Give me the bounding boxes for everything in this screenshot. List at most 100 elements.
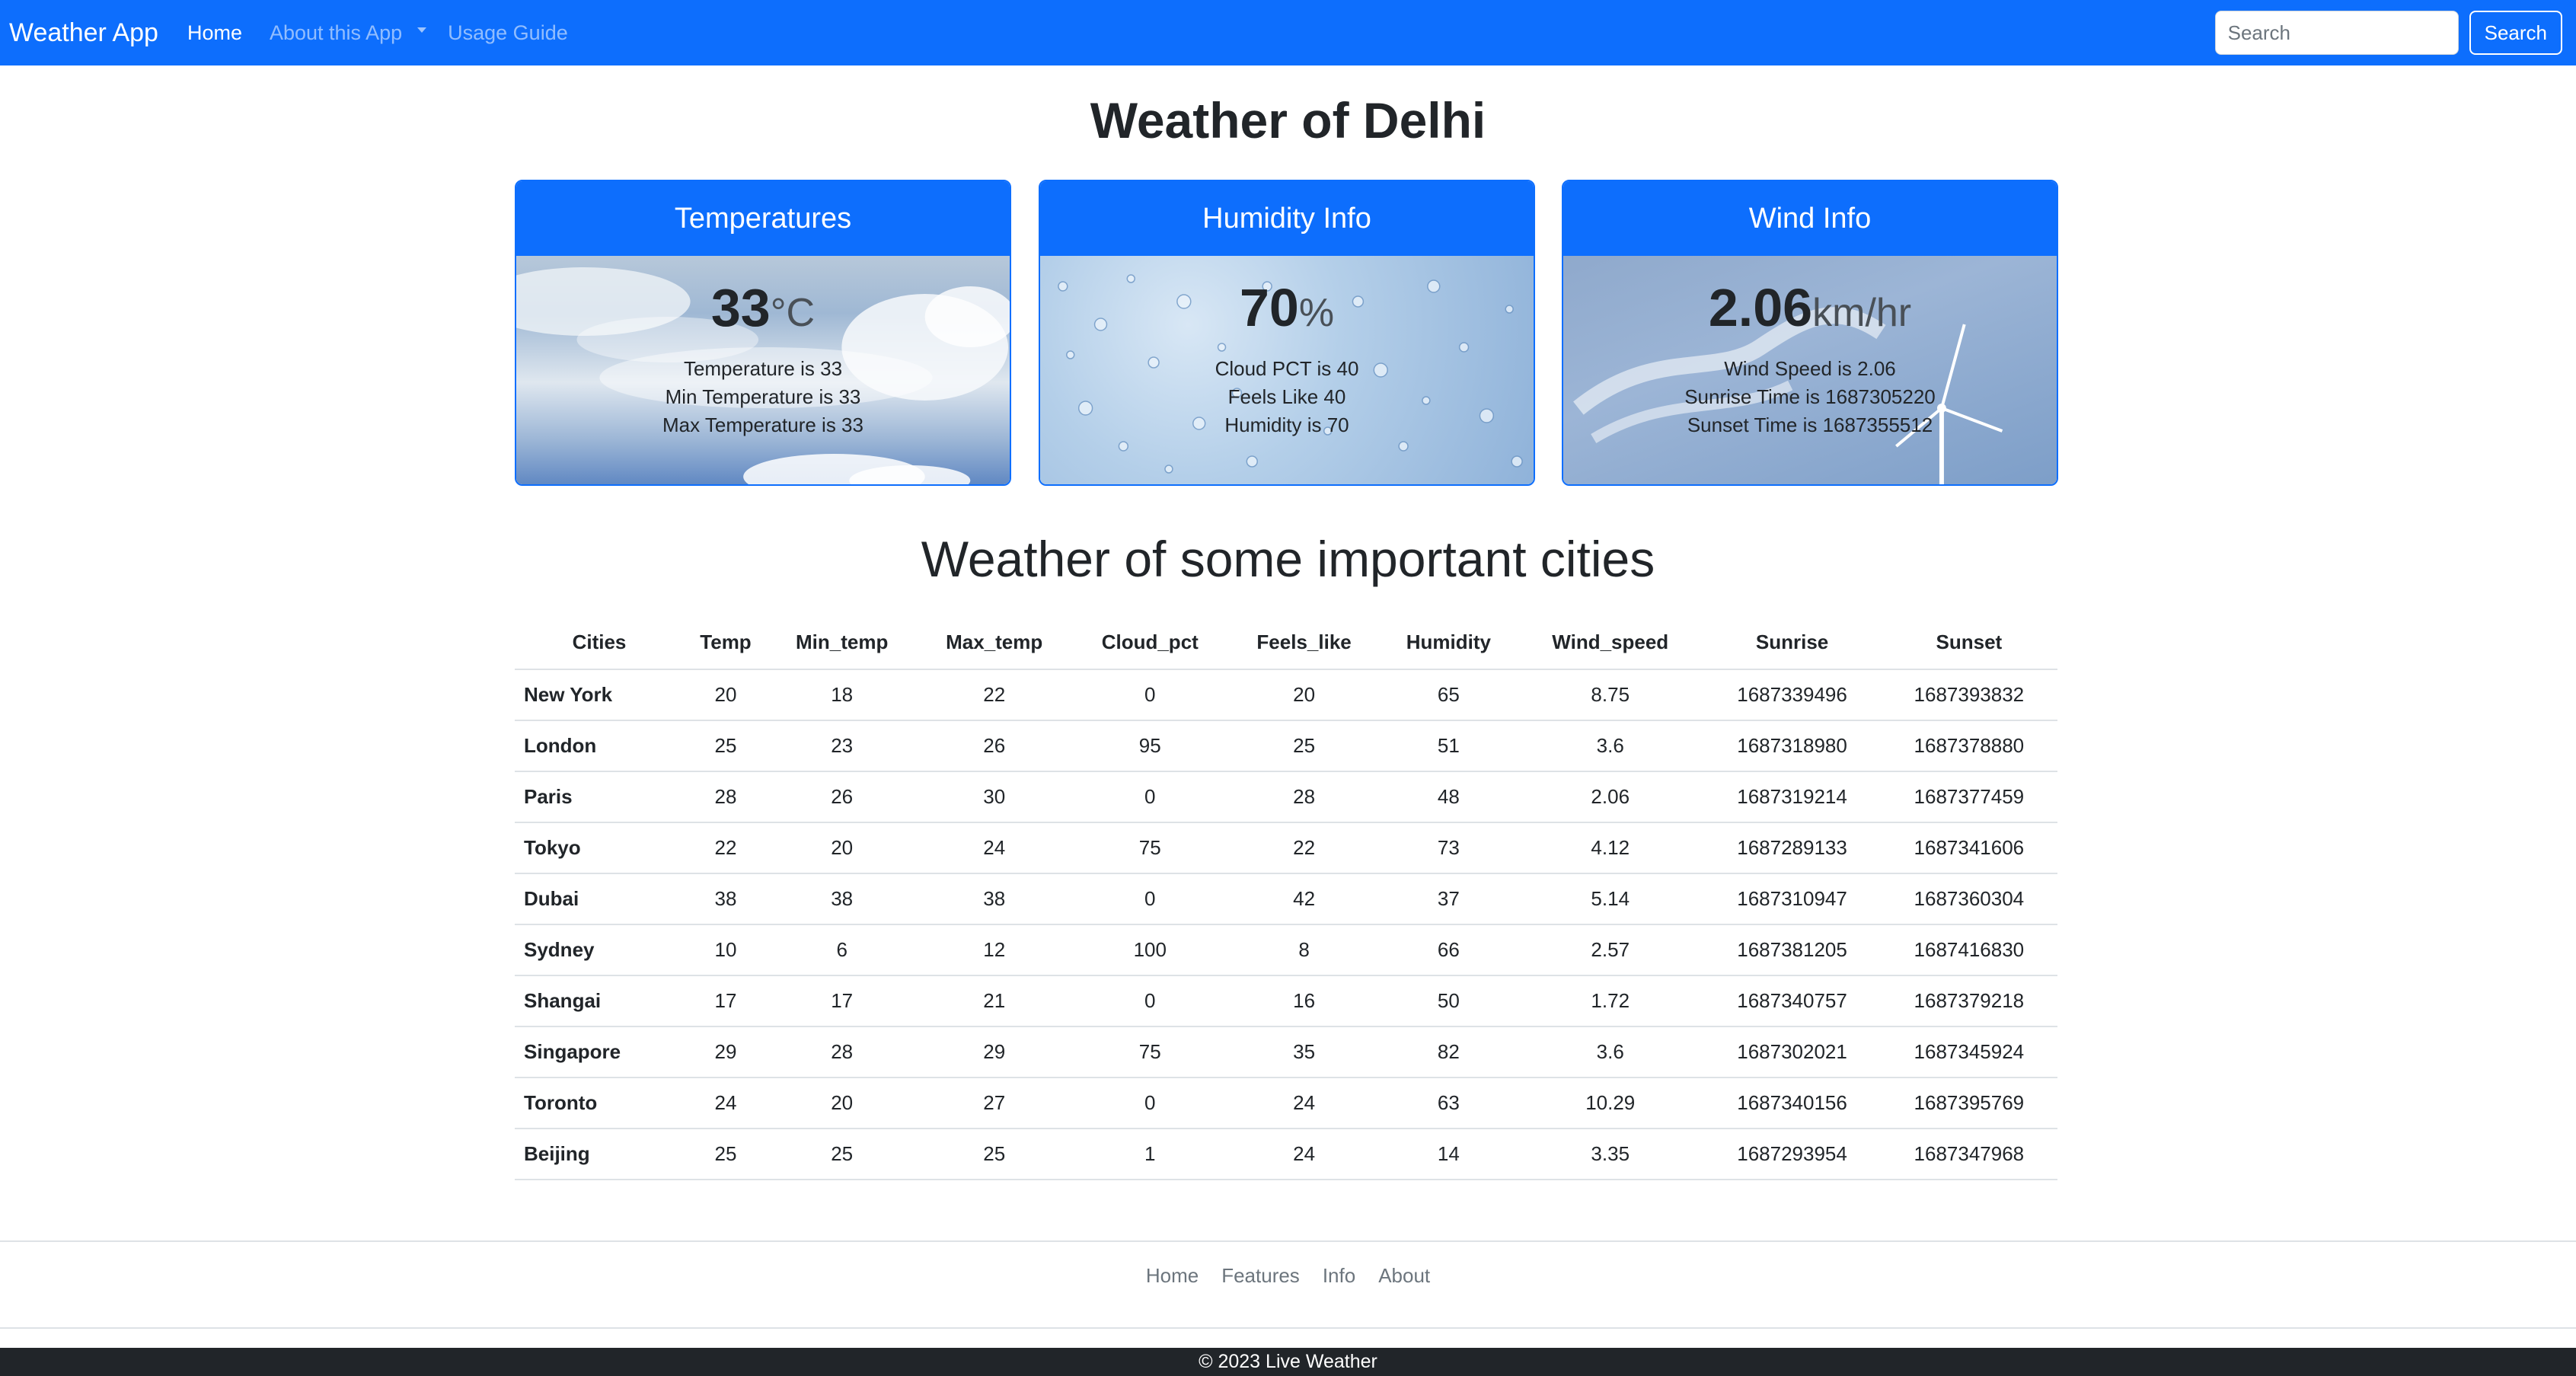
temperature-value: 33°C (710, 278, 816, 337)
footer-info-link[interactable]: Info (1323, 1264, 1355, 1288)
table-cell: 51 (1380, 720, 1518, 772)
footer-separator (0, 1327, 2576, 1329)
table-row: Tokyo 22 20 24 75 22 73 4.12 1687289133 168734160… (515, 822, 2057, 874)
table-cell: 26 (916, 720, 1072, 772)
wind-card: Wind Info 2.06km/hr Wind Speed is 2.06 S… (1562, 180, 2058, 486)
sunrise-time-line: Sunrise Time is 1687305220 (1684, 385, 1936, 408)
table-row: Dubai 38 38 38 0 42 37 5.14 1687310947 1687360304 (515, 873, 2057, 925)
footer-nav: Home Features Info About (0, 1264, 2576, 1288)
temperature-details: Temperature is 33 Min Temperature is 33 … (516, 355, 1010, 439)
temperature-unit: °C (770, 291, 816, 335)
wind-unit: km/hr (1812, 291, 1912, 335)
wind-details: Wind Speed is 2.06 Sunrise Time is 16873… (1563, 355, 2057, 439)
table-cell: 20 (767, 822, 917, 874)
table-cell: 1687381205 (1703, 924, 1881, 976)
table-cell: 3.6 (1517, 1026, 1704, 1078)
table-cell: 1687340757 (1703, 975, 1881, 1027)
table-cell: 73 (1380, 822, 1518, 874)
nav-about-link[interactable]: About this App (270, 21, 402, 45)
column-header: Feels_like (1227, 615, 1381, 670)
table-cell: 25 (684, 720, 768, 772)
table-cell: 24 (1227, 1129, 1381, 1180)
column-header: Min_temp (767, 615, 917, 670)
table-cell: 1687319214 (1703, 771, 1881, 823)
column-header: Sunset (1880, 615, 2057, 670)
table-cell: 2.06 (1517, 771, 1704, 823)
table-cell: 38 (684, 873, 768, 925)
wind-value: 2.06km/hr (1708, 278, 1912, 337)
table-cell: 3.6 (1517, 720, 1704, 772)
table-cell: 22 (1227, 822, 1381, 874)
table-cell: 17 (767, 975, 917, 1027)
city-name-cell: London (515, 720, 685, 772)
table-cell: 28 (1227, 771, 1381, 823)
table-cell: 8.75 (1517, 669, 1704, 721)
wind-card-body: 2.06km/hr Wind Speed is 2.06 Sunrise Tim… (1563, 256, 2057, 484)
search-input[interactable] (2214, 11, 2459, 55)
humidity-card: Humidity Info 70% Cloud PCT is 40 Feels … (1039, 180, 1535, 486)
column-header: Sunrise (1703, 615, 1881, 670)
temperature-card-header: Temperatures (516, 181, 1010, 256)
table-cell: 42 (1227, 873, 1381, 925)
city-name-cell: Singapore (515, 1026, 685, 1078)
humidity-details: Cloud PCT is 40 Feels Like 40 Humidity i… (1040, 355, 1534, 439)
table-cell: 20 (1227, 669, 1381, 721)
footer-about-link[interactable]: About (1378, 1264, 1430, 1288)
table-cell: 25 (1227, 720, 1381, 772)
table-cell: 37 (1380, 873, 1518, 925)
city-name-cell: Sydney (515, 924, 685, 976)
table-cell: 10.29 (1517, 1077, 1704, 1129)
search-button[interactable]: Search (2469, 11, 2562, 55)
table-cell: 25 (916, 1129, 1072, 1180)
dropdown-caret-icon[interactable] (417, 27, 427, 33)
footer-features-link[interactable]: Features (1221, 1264, 1300, 1288)
nav-usage-guide-link[interactable]: Usage Guide (448, 21, 568, 45)
table-cell: 24 (1227, 1077, 1381, 1129)
table-cell: 1 (1072, 1129, 1228, 1180)
table-cell: 10 (684, 924, 768, 976)
city-name-cell: Dubai (515, 873, 685, 925)
min-temperature-line: Min Temperature is 33 (665, 385, 861, 408)
table-row: Toronto 24 20 27 0 24 63 10.29 1687340156 1687395… (515, 1077, 2057, 1129)
table-cell: 0 (1072, 771, 1228, 823)
table-cell: 28 (767, 1026, 917, 1078)
max-temperature-line: Max Temperature is 33 (662, 413, 863, 436)
column-header: Wind_speed (1517, 615, 1704, 670)
table-cell: 1687347968 (1880, 1129, 2057, 1180)
city-name-cell: Beijing (515, 1129, 685, 1180)
table-row: New York 20 18 22 0 20 65 8.75 1687339496 1687393… (515, 669, 2057, 721)
section-title: Weather of some important cities (921, 531, 1655, 587)
table-cell: 16 (1227, 975, 1381, 1027)
cloud-pct-line: Cloud PCT is 40 (1215, 357, 1359, 380)
table-cell: 21 (916, 975, 1072, 1027)
table-row: London 25 23 26 95 25 51 3.6 1687318980 168737888… (515, 720, 2057, 772)
table-cell: 1687345924 (1880, 1026, 2057, 1078)
table-cell: 12 (916, 924, 1072, 976)
footer-home-link[interactable]: Home (1146, 1264, 1199, 1288)
table-row: Shangai 17 17 21 0 16 50 1.72 1687340757 16873792… (515, 975, 2057, 1027)
wind-speed-line: Wind Speed is 2.06 (1724, 357, 1896, 380)
brand-link[interactable]: Weather App (9, 18, 158, 48)
table-cell: 1.72 (1517, 975, 1704, 1027)
table-cell: 48 (1380, 771, 1518, 823)
nav-home-link[interactable]: Home (187, 21, 242, 45)
table-cell: 24 (684, 1077, 768, 1129)
table-cell: 22 (684, 822, 768, 874)
table-cell: 1687341606 (1880, 822, 2057, 874)
feels-like-line: Feels Like 40 (1227, 385, 1346, 408)
table-cell: 25 (767, 1129, 917, 1180)
table-cell: 22 (916, 669, 1072, 721)
table-cell: 1687310947 (1703, 873, 1881, 925)
table-cell: 26 (767, 771, 917, 823)
search-form: Search (2214, 11, 2562, 55)
wind-card-header: Wind Info (1563, 181, 2057, 256)
humidity-value: 70% (1239, 278, 1335, 337)
top-navbar: Weather App Home About this App Usage Gu… (0, 0, 2576, 65)
table-cell: 25 (684, 1129, 768, 1180)
table-cell: 20 (767, 1077, 917, 1129)
column-header: Humidity (1380, 615, 1518, 670)
table-body: New York 20 18 22 0 20 65 8.75 1687339496 1687393… (515, 669, 2057, 1180)
table-cell: 23 (767, 720, 917, 772)
column-header: Temp (684, 615, 768, 670)
sunset-time-line: Sunset Time is 1687355512 (1687, 413, 1933, 436)
